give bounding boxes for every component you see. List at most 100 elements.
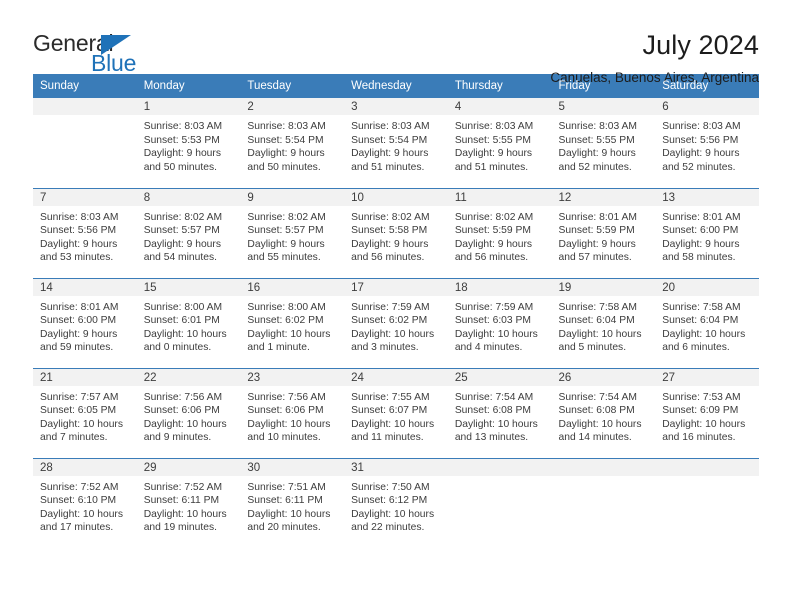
sunset-text: Sunset: 5:57 PM [143,225,220,236]
calendar-week-row: 1 Sunrise: 8:03 AM Sunset: 5:53 PM Daylight… [33,98,759,188]
day-number: 4 [447,98,552,115]
calendar-day-cell[interactable]: 8 Sunrise: 8:02 AM Sunset: 5:57 PM Daylight… [136,187,241,278]
day-details: Sunrise: 7:57 AM Sunset: 6:05 PM Daylight:… [33,386,137,445]
daylight-text-line1: Daylight: 10 hours [558,328,642,340]
calendar-week-row: 7 Sunrise: 8:03 AM Sunset: 5:56 PM Daylight… [33,187,759,278]
calendar-day-cell[interactable]: 10 Sunrise: 8:02 AM Sunset: 5:58 PM Dayligh… [344,187,448,278]
daylight-text-line1: Daylight: 9 hours [662,148,740,159]
day-number: 9 [240,188,345,206]
calendar-day-cell[interactable]: 4 Sunrise: 8:03 AM Sunset: 5:55 PM Daylight… [447,98,552,188]
daylight-text-line2: and 10 minutes. [247,432,321,443]
daylight-text-line2: and 55 minutes. [247,252,321,263]
calendar-day-cell[interactable]: 1 Sunrise: 8:03 AM Sunset: 5:53 PM Daylight… [136,98,241,188]
calendar-day-cell[interactable]: 16 Sunrise: 8:00 AM Sunset: 6:02 PM Dayligh… [240,277,345,368]
calendar-day-cell[interactable]: 12 Sunrise: 8:01 AM Sunset: 5:59 PM Dayligh… [551,187,656,278]
sunset-text: Sunset: 6:04 PM [558,315,635,326]
sunset-text: Sunset: 6:06 PM [247,405,324,416]
sunset-text: Sunset: 6:12 PM [351,495,428,506]
sunrise-text: Sunrise: 7:52 AM [143,481,223,493]
calendar-day-cell[interactable]: 20 Sunrise: 7:58 AM Sunset: 6:04 PM Dayligh… [655,277,759,368]
sunrise-text: Sunrise: 8:01 AM [558,211,637,223]
daylight-text-line2: and 3 minutes. [351,342,419,353]
day-details: Sunrise: 8:02 AM Sunset: 5:57 PM Daylight:… [137,206,241,265]
calendar-day-cell[interactable]: 21 Sunrise: 7:57 AM Sunset: 6:05 PM Dayligh… [33,367,137,458]
sunset-text: Sunset: 5:55 PM [558,134,635,146]
calendar-day-cell[interactable]: 26 Sunrise: 7:54 AM Sunset: 6:08 PM Dayligh… [551,367,656,458]
calendar-day-cell[interactable]: 24 Sunrise: 7:55 AM Sunset: 6:07 PM Dayligh… [344,367,448,458]
sunrise-text: Sunrise: 7:58 AM [662,301,741,313]
sunrise-text: Sunrise: 8:02 AM [143,211,223,223]
day-number: 12 [551,188,656,206]
daylight-text-line2: and 14 minutes. [558,432,632,443]
daylight-text-line2: and 13 minutes. [454,432,529,443]
daylight-text-line1: Daylight: 10 hours [662,418,746,430]
daylight-text-line1: Daylight: 10 hours [40,418,123,430]
daylight-text-line2: and 57 minutes. [558,252,632,263]
daylight-text-line2: and 51 minutes. [454,161,529,173]
calendar-day-cell[interactable]: 25 Sunrise: 7:54 AM Sunset: 6:08 PM Dayligh… [447,367,552,458]
general-blue-logo[interactable]: General Blue [33,30,163,82]
calendar-day-cell[interactable]: 3 Sunrise: 8:03 AM Sunset: 5:54 PM Daylight… [344,98,448,188]
calendar-day-cell[interactable]: 17 Sunrise: 7:59 AM Sunset: 6:02 PM Dayligh… [344,277,448,368]
calendar-day-cell[interactable]: 29 Sunrise: 7:52 AM Sunset: 6:11 PM Dayligh… [136,457,241,548]
sunrise-text: Sunrise: 8:02 AM [454,211,534,223]
day-details: Sunrise: 7:59 AM Sunset: 6:02 PM Daylight:… [344,296,448,355]
daylight-text-line1: Daylight: 9 hours [40,328,118,340]
day-details: Sunrise: 7:58 AM Sunset: 6:04 PM Daylight:… [552,296,656,355]
day-details: Sunrise: 7:54 AM Sunset: 6:08 PM Daylight:… [552,386,656,445]
calendar-day-cell[interactable]: 22 Sunrise: 7:56 AM Sunset: 6:06 PM Dayligh… [136,367,241,458]
day-details: Sunrise: 8:00 AM Sunset: 6:01 PM Daylight:… [137,296,241,355]
sunrise-text: Sunrise: 7:50 AM [351,481,430,493]
calendar-day-cell[interactable]: 15 Sunrise: 8:00 AM Sunset: 6:01 PM Dayligh… [136,277,241,368]
weekday-header-tuesday: Tuesday [240,74,345,98]
day-details: Sunrise: 7:55 AM Sunset: 6:07 PM Daylight:… [344,386,448,445]
sunrise-text: Sunrise: 8:03 AM [40,211,119,223]
day-number: 27 [655,368,759,386]
calendar-day-cell[interactable]: 14 Sunrise: 8:01 AM Sunset: 6:00 PM Dayligh… [33,277,137,368]
weekday-header-thursday: Thursday [447,74,552,98]
daylight-text-line2: and 6 minutes. [662,342,730,353]
calendar-week-row: 14 Sunrise: 8:01 AM Sunset: 6:00 PM Dayligh… [33,277,759,368]
calendar-day-cell[interactable]: 30 Sunrise: 7:51 AM Sunset: 6:11 PM Dayligh… [240,457,345,548]
calendar-day-cell[interactable]: 19 Sunrise: 7:58 AM Sunset: 6:04 PM Dayligh… [551,277,656,368]
day-details: Sunrise: 7:56 AM Sunset: 6:06 PM Daylight:… [240,386,344,445]
calendar-day-cell[interactable]: 7 Sunrise: 8:03 AM Sunset: 5:56 PM Daylight… [33,187,137,278]
sunrise-text: Sunrise: 7:59 AM [454,301,534,313]
calendar-day-cell[interactable]: 18 Sunrise: 7:59 AM Sunset: 6:03 PM Dayligh… [447,277,552,368]
sunrise-text: Sunrise: 7:51 AM [247,481,326,493]
daylight-text-line1: Daylight: 9 hours [143,148,221,159]
sunset-text: Sunset: 6:06 PM [143,405,220,416]
day-number: 3 [344,98,448,115]
sunset-text: Sunset: 5:55 PM [454,134,531,146]
sunset-text: Sunset: 6:05 PM [40,405,117,416]
day-details: Sunrise: 7:51 AM Sunset: 6:11 PM Daylight:… [240,476,344,535]
sunrise-text: Sunrise: 8:03 AM [454,121,534,132]
sunrise-text: Sunrise: 8:03 AM [662,121,741,132]
daylight-text-line2: and 17 minutes. [40,522,114,533]
calendar-day-cell[interactable]: 23 Sunrise: 7:56 AM Sunset: 6:06 PM Dayligh… [240,367,345,458]
daylight-text-line1: Daylight: 10 hours [351,508,435,520]
day-number: 13 [655,188,759,206]
calendar-day-cell[interactable]: 9 Sunrise: 8:02 AM Sunset: 5:57 PM Daylight… [240,187,345,278]
calendar-day-cell[interactable]: 6 Sunrise: 8:03 AM Sunset: 5:56 PM Daylight… [655,98,759,188]
day-number: 6 [655,98,759,115]
daylight-text-line1: Daylight: 10 hours [143,418,227,430]
daylight-text-line1: Daylight: 9 hours [454,148,533,159]
daylight-text-line1: Daylight: 10 hours [662,328,746,340]
calendar-day-cell[interactable]: 13 Sunrise: 8:01 AM Sunset: 6:00 PM Dayligh… [655,187,759,278]
day-number: 24 [344,368,448,386]
calendar-day-cell[interactable]: 31 Sunrise: 7:50 AM Sunset: 6:12 PM Dayligh… [344,457,448,548]
daylight-text-line1: Daylight: 10 hours [247,508,331,520]
day-details: Sunrise: 8:03 AM Sunset: 5:55 PM Daylight:… [448,115,552,174]
sunset-text: Sunset: 6:09 PM [662,405,739,416]
calendar-day-cell[interactable]: 2 Sunrise: 8:03 AM Sunset: 5:54 PM Daylight… [240,98,345,188]
calendar-day-cell[interactable]: 28 Sunrise: 7:52 AM Sunset: 6:10 PM Dayligh… [33,457,137,548]
calendar-day-cell[interactable]: 27 Sunrise: 7:53 AM Sunset: 6:09 PM Dayligh… [655,367,759,458]
sunrise-text: Sunrise: 8:01 AM [662,211,741,223]
daylight-text-line1: Daylight: 10 hours [40,508,123,520]
calendar-day-cell[interactable]: 5 Sunrise: 8:03 AM Sunset: 5:55 PM Daylight… [551,98,656,188]
calendar-week-row: 28 Sunrise: 7:52 AM Sunset: 6:10 PM Dayligh… [33,457,759,548]
day-details: Sunrise: 8:02 AM Sunset: 5:59 PM Daylight:… [448,206,552,265]
calendar-day-cell[interactable]: 11 Sunrise: 8:02 AM Sunset: 5:59 PM Dayligh… [447,187,552,278]
day-number: 18 [447,278,552,296]
